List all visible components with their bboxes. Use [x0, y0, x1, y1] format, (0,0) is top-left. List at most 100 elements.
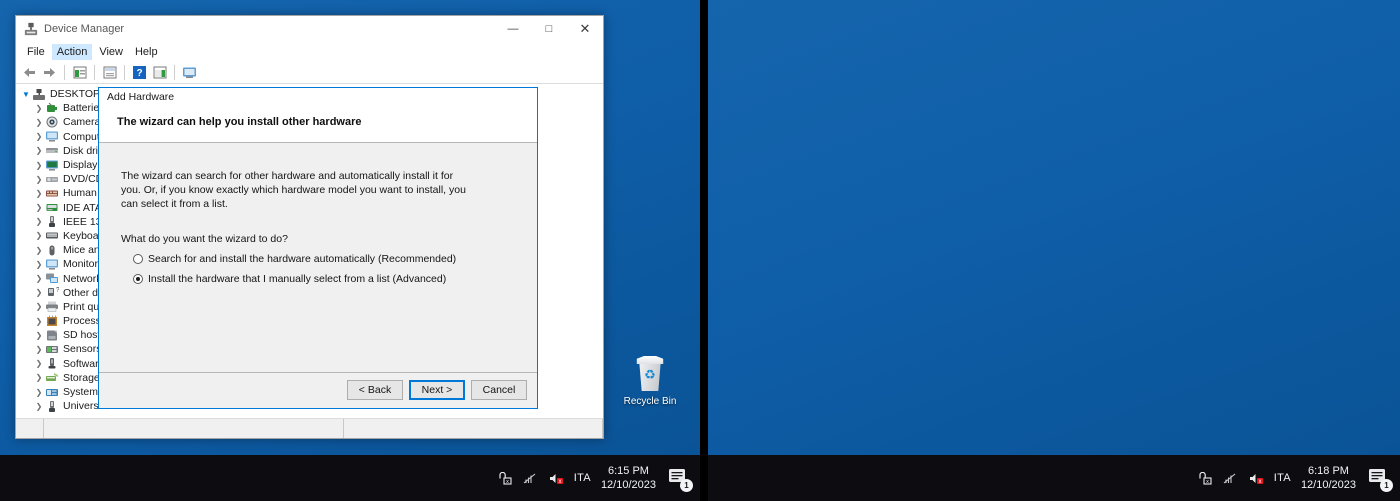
chevron-right-icon[interactable]: ❯	[33, 161, 45, 170]
taskbar-left[interactable]: x x ITA 6:15 PM 12/10/2023 1	[0, 455, 700, 501]
menu-file-left[interactable]: File	[22, 44, 50, 60]
screenshot-stage: ♻ Recycle Bin Device Manager — □ ✕ File	[0, 0, 1400, 501]
clock-right[interactable]: 6:18 PM 12/10/2023	[1301, 464, 1356, 492]
usb-icon	[45, 400, 59, 413]
network-icon	[45, 272, 59, 285]
chevron-right-icon[interactable]: ❯	[33, 331, 45, 340]
system-tray-left: x x ITA 6:15 PM 12/10/2023 1	[496, 464, 700, 492]
desktop-background-right	[708, 0, 1400, 455]
maximize-button-left[interactable]: □	[531, 16, 567, 42]
cancel-button-left[interactable]: Cancel	[471, 380, 527, 400]
chevron-right-icon[interactable]: ❯	[33, 260, 45, 269]
toolbar-left: ?	[16, 62, 603, 84]
software-icon	[45, 357, 59, 370]
dialog-header-left: The wizard can help you install other ha…	[99, 106, 537, 143]
chevron-right-icon[interactable]: ❯	[33, 246, 45, 255]
dialog-question-left: What do you want the wizard to do?	[121, 233, 288, 245]
chevron-right-icon[interactable]: ❯	[33, 402, 45, 411]
update-driver-icon[interactable]	[151, 64, 168, 81]
radio-auto-icon	[133, 254, 143, 264]
recycle-bin-label: Recycle Bin	[623, 396, 677, 407]
screen-left: ♻ Recycle Bin Device Manager — □ ✕ File	[0, 0, 700, 501]
action-center-icon[interactable]: 1	[666, 465, 693, 492]
chevron-right-icon[interactable]: ❯	[33, 373, 45, 382]
next-button-left[interactable]: Next >	[409, 380, 465, 400]
chevron-right-icon[interactable]: ❯	[33, 231, 45, 240]
printer-icon	[45, 300, 59, 313]
input-indicator-icon[interactable]: x	[1196, 471, 1212, 485]
clock-left[interactable]: 6:15 PM 12/10/2023	[601, 464, 656, 492]
display-icon	[45, 159, 59, 172]
chevron-right-icon[interactable]: ❯	[33, 217, 45, 226]
dvd-icon	[45, 173, 59, 186]
chevron-right-icon[interactable]: ❯	[33, 345, 45, 354]
menu-action-left[interactable]: Action	[51, 44, 93, 60]
monitor-icon	[45, 130, 59, 143]
tree-item-label: Sensors	[63, 343, 102, 356]
chevron-right-icon[interactable]: ❯	[33, 274, 45, 283]
chevron-right-icon[interactable]: ❯	[33, 189, 45, 198]
recycle-bin-left[interactable]: ♻ Recycle Bin	[614, 355, 686, 408]
forward-arrow-icon[interactable]	[41, 64, 58, 81]
svg-text:?: ?	[56, 287, 59, 294]
back-button-left[interactable]: < Back	[347, 380, 403, 400]
clock-date-right: 12/10/2023	[1300, 479, 1356, 491]
mouse-icon	[45, 244, 59, 257]
svg-text:x: x	[558, 479, 561, 485]
firewire-icon	[45, 215, 59, 228]
back-arrow-icon[interactable]	[21, 64, 38, 81]
chevron-right-icon[interactable]: ❯	[33, 288, 45, 297]
volume-muted-icon[interactable]: x	[548, 472, 564, 485]
keyboard-icon	[45, 229, 59, 242]
show-hidden-icon[interactable]	[71, 64, 88, 81]
radio-manual-icon	[133, 274, 143, 284]
svg-text:x: x	[1258, 479, 1261, 485]
disk-icon	[45, 144, 59, 157]
dialog-heading-left: The wizard can help you install other ha…	[117, 116, 362, 128]
chevron-right-icon[interactable]: ❯	[33, 175, 45, 184]
scan-hardware-icon[interactable]	[181, 64, 198, 81]
computer-icon	[32, 88, 46, 101]
language-indicator-right[interactable]: ITA	[1274, 472, 1291, 484]
wifi-icon[interactable]	[522, 472, 538, 485]
ide-icon	[45, 201, 59, 214]
menu-view-left[interactable]: View	[94, 44, 128, 60]
taskbar-right[interactable]: x x ITA 6:18 PM 12/10/2023 1	[708, 455, 1400, 501]
menu-help-left[interactable]: Help	[130, 44, 163, 60]
input-indicator-icon[interactable]: x	[496, 471, 512, 485]
menubar-left: File Action View Help	[16, 42, 603, 62]
radio-option-manual[interactable]: Install the hardware that I manually sel…	[121, 273, 517, 285]
dialog-title-left: Add Hardware	[99, 88, 537, 106]
radio-option-auto[interactable]: Search for and install the hardware auto…	[121, 253, 517, 265]
svg-text:x: x	[506, 479, 509, 485]
chevron-right-icon[interactable]: ❯	[33, 118, 45, 127]
svg-text:?: ?	[136, 68, 142, 79]
action-center-icon[interactable]: 1	[1366, 465, 1393, 492]
chevron-right-icon[interactable]: ❯	[33, 388, 45, 397]
minimize-button-left[interactable]: —	[495, 16, 531, 42]
chevron-right-icon[interactable]: ❯	[33, 359, 45, 368]
clock-time-right: 6:18 PM	[1307, 465, 1349, 477]
storage-icon	[45, 371, 59, 384]
titlebar-left: Device Manager — □ ✕	[16, 16, 603, 42]
close-button-left[interactable]: ✕	[567, 16, 603, 42]
dialog-body-left: The wizard can search for other hardware…	[99, 143, 537, 372]
volume-muted-icon[interactable]: x	[1248, 472, 1264, 485]
radio-manual-label: Install the hardware that I manually sel…	[148, 273, 447, 285]
add-hardware-dialog-left[interactable]: Add Hardware The wizard can help you ins…	[98, 87, 538, 409]
chevron-right-icon[interactable]: ❯	[33, 203, 45, 212]
language-indicator-left[interactable]: ITA	[574, 472, 591, 484]
properties-icon[interactable]	[101, 64, 118, 81]
chevron-down-icon[interactable]: ▼	[20, 90, 32, 99]
chevron-right-icon[interactable]: ❯	[33, 104, 45, 113]
window-controls-left: — □ ✕	[495, 16, 603, 42]
clock-date-left: 12/10/2023	[600, 479, 656, 491]
chevron-right-icon[interactable]: ❯	[33, 132, 45, 141]
camera-icon	[45, 116, 59, 129]
chevron-right-icon[interactable]: ❯	[33, 302, 45, 311]
help-icon[interactable]: ?	[131, 64, 148, 81]
chevron-right-icon[interactable]: ❯	[33, 317, 45, 326]
svg-text:x: x	[1206, 479, 1209, 485]
wifi-icon[interactable]	[1222, 472, 1238, 485]
chevron-right-icon[interactable]: ❯	[33, 146, 45, 155]
